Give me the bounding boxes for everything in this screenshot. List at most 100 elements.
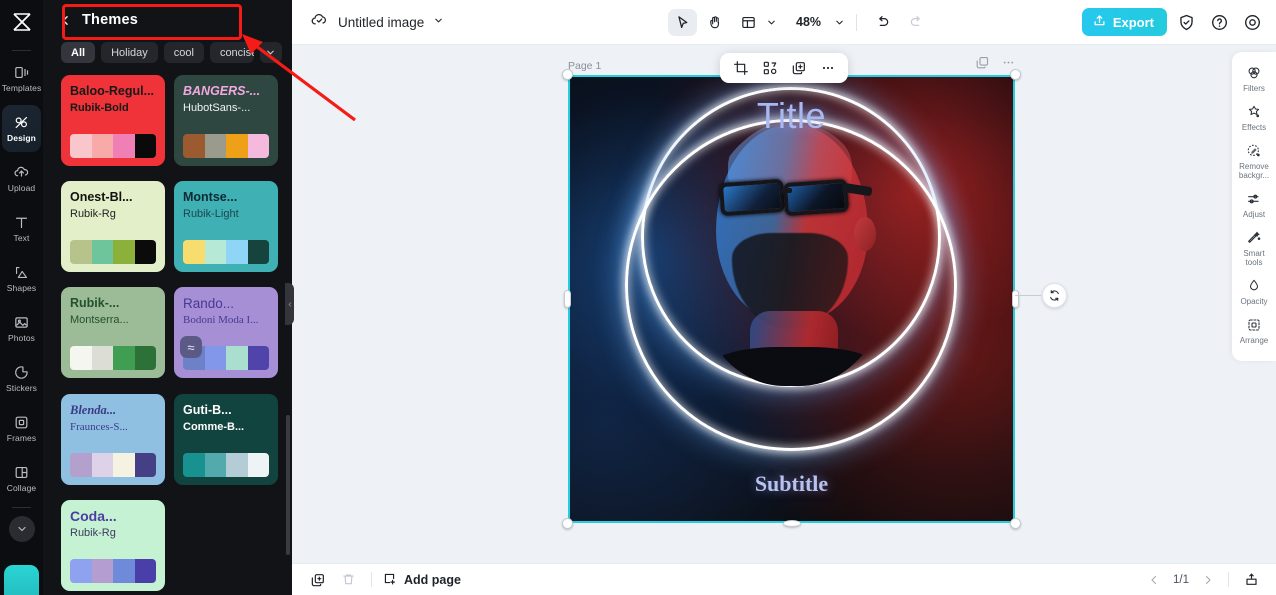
sidebar-item-text[interactable]: Text xyxy=(2,205,41,252)
duplicate-page-button[interactable] xyxy=(305,568,331,592)
prev-page-button[interactable] xyxy=(1143,569,1165,591)
tool-label: Effects xyxy=(1241,123,1267,132)
ellipsis-icon[interactable] xyxy=(1001,55,1016,75)
tool-smart-tools[interactable]: Smart tools xyxy=(1233,225,1275,273)
chevron-left-icon[interactable] xyxy=(59,14,72,27)
sidebar-item-design[interactable]: Design xyxy=(2,105,41,152)
copy-layers-icon[interactable] xyxy=(975,55,990,75)
tool-adjust[interactable]: Adjust xyxy=(1233,186,1275,225)
chevron-down-icon[interactable] xyxy=(766,17,777,28)
tool-label: Arrange xyxy=(1239,336,1269,345)
resize-handle-bottom-left[interactable] xyxy=(562,518,573,529)
themes-panel-header: Themes xyxy=(43,0,292,40)
chevron-down-icon[interactable] xyxy=(433,13,444,31)
themes-panel: Themes All Holiday cool concise Baloo-Re… xyxy=(43,0,292,595)
theme-card[interactable]: Blenda... Fraunces-S... xyxy=(61,393,165,485)
tool-remove-background[interactable]: Remove backgr... xyxy=(1233,138,1275,186)
theme-card-title: Guti-B... xyxy=(183,402,232,417)
layout-tool-button[interactable] xyxy=(734,9,763,36)
panel-scrollbar[interactable] xyxy=(286,415,290,555)
export-upload-icon xyxy=(1092,13,1107,31)
hand-tool-button[interactable] xyxy=(701,9,730,36)
theme-card[interactable]: Rando... Bodoni Moda I... ≈ xyxy=(174,287,278,379)
delete-page-button[interactable] xyxy=(335,568,361,592)
theme-card[interactable]: Montse... Rubik-Light xyxy=(174,181,278,273)
tool-effects[interactable]: Effects xyxy=(1233,99,1275,138)
theme-card-badge: ≈ xyxy=(180,336,202,359)
duplicate-plus-button[interactable] xyxy=(785,56,812,80)
undo-button[interactable] xyxy=(868,9,897,36)
sidebar-item-collage[interactable]: Collage xyxy=(2,455,41,502)
filter-chip-holiday[interactable]: Holiday xyxy=(101,42,158,63)
color-swatches xyxy=(70,346,156,371)
filter-chip-cool[interactable]: cool xyxy=(163,42,204,63)
glasses-bridge xyxy=(780,188,792,193)
sidebar-item-templates[interactable]: Templates xyxy=(2,55,41,102)
page-label: Page 1 xyxy=(568,60,602,72)
document-name-group[interactable]: Untitled image xyxy=(292,10,444,34)
redo-button[interactable] xyxy=(901,9,930,36)
more-options-button[interactable] xyxy=(814,56,841,80)
artwork-subtitle[interactable]: Subtitle xyxy=(568,471,1015,497)
zoom-level[interactable]: 48% xyxy=(793,15,824,29)
filter-chip-concise[interactable]: concise xyxy=(209,42,254,63)
sidebar-item-frames[interactable]: Frames xyxy=(2,405,41,452)
theme-card-title: Blenda... xyxy=(70,402,117,417)
export-tray-button[interactable] xyxy=(1238,568,1264,592)
replace-grid-button[interactable] xyxy=(756,56,783,80)
resize-handle-right[interactable] xyxy=(1012,290,1019,308)
rotate-icon[interactable] xyxy=(1042,283,1067,308)
add-page-button[interactable]: Add page xyxy=(382,571,461,589)
select-tool-button[interactable] xyxy=(668,8,697,36)
resize-handle-top-left[interactable] xyxy=(562,69,573,80)
capcut-logo-icon[interactable] xyxy=(0,0,43,44)
sidebar-item-shapes[interactable]: Shapes xyxy=(2,255,41,302)
sidebar-item-upload[interactable]: Upload xyxy=(2,155,41,202)
settings-gear-icon[interactable] xyxy=(1238,8,1266,36)
element-float-toolbar xyxy=(720,53,848,83)
sidebar-item-label: Collage xyxy=(6,483,37,493)
toolbar-divider xyxy=(856,13,858,31)
cloud-check-icon xyxy=(310,10,329,34)
resize-handle-left[interactable] xyxy=(564,290,571,308)
theme-card[interactable]: Rubik-... Montserra... xyxy=(61,287,165,379)
artwork-title[interactable]: Title xyxy=(568,95,1015,137)
chevron-down-icon[interactable] xyxy=(834,17,845,28)
sidebar-item-photos[interactable]: Photos xyxy=(2,305,41,352)
color-swatches xyxy=(70,134,156,158)
resize-handle-bottom-right[interactable] xyxy=(1010,518,1021,529)
panel-collapse-handle[interactable] xyxy=(285,283,294,325)
filter-chip-all[interactable]: All xyxy=(61,42,96,63)
theme-card[interactable]: Coda... Rubik-Rg xyxy=(61,499,165,591)
canvas-area[interactable]: Page 1 Title Subtitle xyxy=(292,45,1276,563)
color-swatches xyxy=(183,452,269,477)
tool-opacity[interactable]: Opacity xyxy=(1233,273,1275,312)
resize-handle-bottom[interactable] xyxy=(783,520,801,527)
crop-button[interactable] xyxy=(727,56,754,80)
theme-card[interactable]: Baloo-Regul... Rubik-Bold xyxy=(61,75,165,166)
chevron-down-icon[interactable] xyxy=(259,42,282,63)
avatar[interactable] xyxy=(4,565,39,595)
export-button[interactable]: Export xyxy=(1081,8,1167,36)
sidebar-item-label: Shapes xyxy=(6,283,37,293)
help-question-icon[interactable] xyxy=(1205,8,1233,36)
tool-arrange[interactable]: Arrange xyxy=(1233,312,1275,351)
export-label: Export xyxy=(1112,14,1154,30)
tool-label: Adjust xyxy=(1242,210,1266,219)
theme-card[interactable]: BANGERS-... HubotSans-... xyxy=(174,75,278,166)
tool-filters[interactable]: Filters xyxy=(1233,60,1275,99)
sidebar-item-label: Templates xyxy=(1,83,42,93)
theme-card[interactable]: Guti-B... Comme-B... xyxy=(174,393,278,485)
selected-image-element[interactable]: Title Subtitle xyxy=(562,69,1067,529)
color-swatches xyxy=(70,240,156,265)
page-indicator: 1/1 xyxy=(1173,573,1189,586)
document-title: Untitled image xyxy=(338,14,425,30)
sidebar-item-stickers[interactable]: Stickers xyxy=(2,355,41,402)
next-page-button[interactable] xyxy=(1197,569,1219,591)
theme-card[interactable]: Onest-Bl... Rubik-Rg xyxy=(61,181,165,273)
left-rail: Templates Design Upload Text Shapes Phot… xyxy=(0,0,43,595)
color-swatches xyxy=(183,240,269,265)
chevron-down-icon[interactable] xyxy=(8,516,35,542)
shield-check-icon[interactable] xyxy=(1172,8,1200,36)
theme-card-grid[interactable]: Baloo-Regul... Rubik-Bold BANGERS-... Hu… xyxy=(43,71,292,595)
